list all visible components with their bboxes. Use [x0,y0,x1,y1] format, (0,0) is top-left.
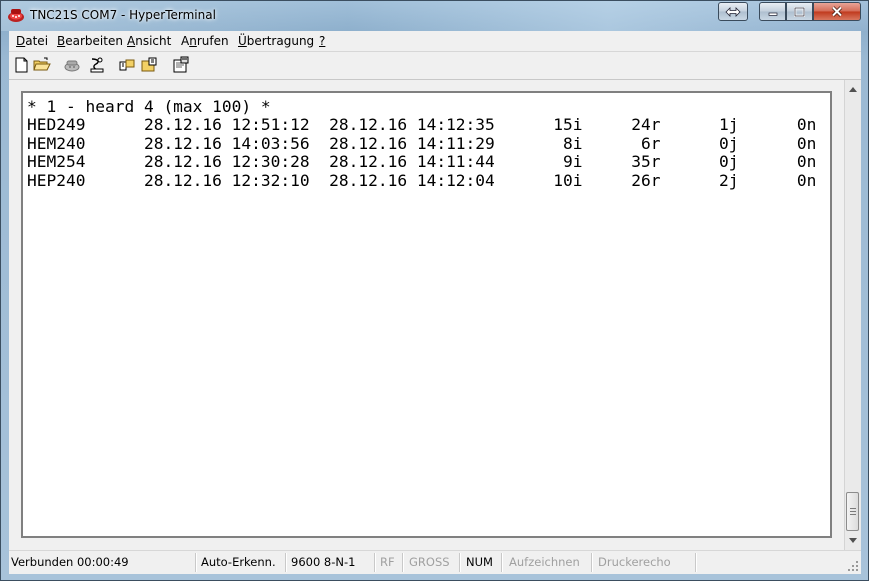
status-auto-detect: Auto-Erkenn. [201,555,276,569]
status-port-settings: 9600 8-N-1 [291,555,356,569]
status-separator [591,553,593,572]
status-separator [459,553,461,572]
menu-accel: B [57,34,66,48]
status-separator [285,553,287,572]
window-title: TNC21S COM7 - HyperTerminal [30,8,216,22]
menu-accel: n [189,34,197,48]
switch-window-button[interactable] [718,2,748,21]
status-separator [402,553,404,572]
properties-icon[interactable] [172,56,190,74]
receive-file-icon[interactable] [140,56,158,74]
status-separator [501,553,503,572]
menu-accel: Ü [238,34,247,48]
status-separator [195,553,197,572]
status-caps: GROSS [409,555,450,569]
menu-bar: Datei Bearbeiten Ansicht Anrufen Übertra… [9,31,861,52]
toolbar [9,52,861,80]
terminal-line: HED249 28.12.16 12:51:12 28.12.16 14:12:… [27,115,817,135]
menu-anrufen[interactable]: Anrufen [181,34,229,48]
menu-rest: A [181,34,190,48]
minimize-button[interactable] [759,2,786,21]
scroll-thumb[interactable] [846,492,859,531]
status-separator [695,553,697,572]
menu-rest: earbeiten [65,34,123,48]
minimize-icon [768,12,777,16]
vertical-scrollbar[interactable] [844,80,861,550]
grip-line [850,514,856,515]
status-connected: Verbunden 00:00:49 [11,555,129,569]
hyperterminal-app-icon[interactable] [7,7,25,23]
scroll-down-arrow[interactable] [845,532,861,549]
status-rf: RF [380,555,395,569]
scroll-up-arrow[interactable] [845,81,861,98]
status-print-echo: Druckerecho [598,555,671,569]
arrow-down-icon [849,538,857,543]
send-file-icon[interactable] [118,56,136,74]
status-bar: Verbunden 00:00:49 Auto-Erkenn. 9600 8-N… [9,550,861,574]
status-capture: Aufzeichnen [509,555,580,569]
grip-line [850,511,856,512]
maximize-icon [794,6,805,17]
menu-help[interactable]: ? [319,34,325,48]
status-num: NUM [466,555,493,569]
menu-rest: nsicht [135,34,172,48]
menu-datei[interactable]: Datei [16,34,48,48]
menu-bearbeiten[interactable]: Bearbeiten [57,34,123,48]
close-icon [831,6,843,17]
connect-phone-icon[interactable] [63,56,81,74]
terminal-output[interactable]: * 1 - heard 4 (max 100) * HED249 28.12.1… [27,97,817,190]
menu-rest: rufen [196,34,229,48]
resize-grip-icon[interactable] [847,560,859,572]
terminal-line: HEP240 28.12.16 12:32:10 28.12.16 14:12:… [27,170,817,190]
terminal-client-area: * 1 - heard 4 (max 100) * HED249 28.12.1… [9,80,861,550]
disconnect-phone-icon[interactable] [88,56,106,74]
menu-rest: bertragung [246,34,315,48]
menu-uebertragung[interactable]: Übertragung [238,34,314,48]
menu-accel: D [16,34,26,48]
menu-accel: ? [319,34,326,48]
title-bar[interactable]: TNC21S COM7 - HyperTerminal [1,1,868,31]
open-folder-icon[interactable] [33,56,51,74]
menu-accel: A [127,34,136,48]
status-separator [374,553,376,572]
hyperterminal-window: TNC21S COM7 - HyperTerminal Datei Bearbe… [0,0,869,581]
terminal-line: HEM240 28.12.16 14:03:56 28.12.16 14:11:… [27,133,817,153]
grip-line [850,508,856,509]
double-arrow-icon [725,6,741,17]
menu-rest: atei [25,34,49,48]
maximize-button[interactable] [786,2,813,21]
menu-ansicht[interactable]: Ansicht [127,34,171,48]
close-button[interactable] [813,2,861,21]
new-document-icon[interactable] [13,56,31,74]
terminal-line: HEM254 28.12.16 12:30:28 28.12.16 14:11:… [27,152,817,172]
terminal-line: * 1 - heard 4 (max 100) * [27,97,271,116]
terminal-screen[interactable]: * 1 - heard 4 (max 100) * HED249 28.12.1… [21,91,832,538]
arrow-up-icon [849,87,857,92]
